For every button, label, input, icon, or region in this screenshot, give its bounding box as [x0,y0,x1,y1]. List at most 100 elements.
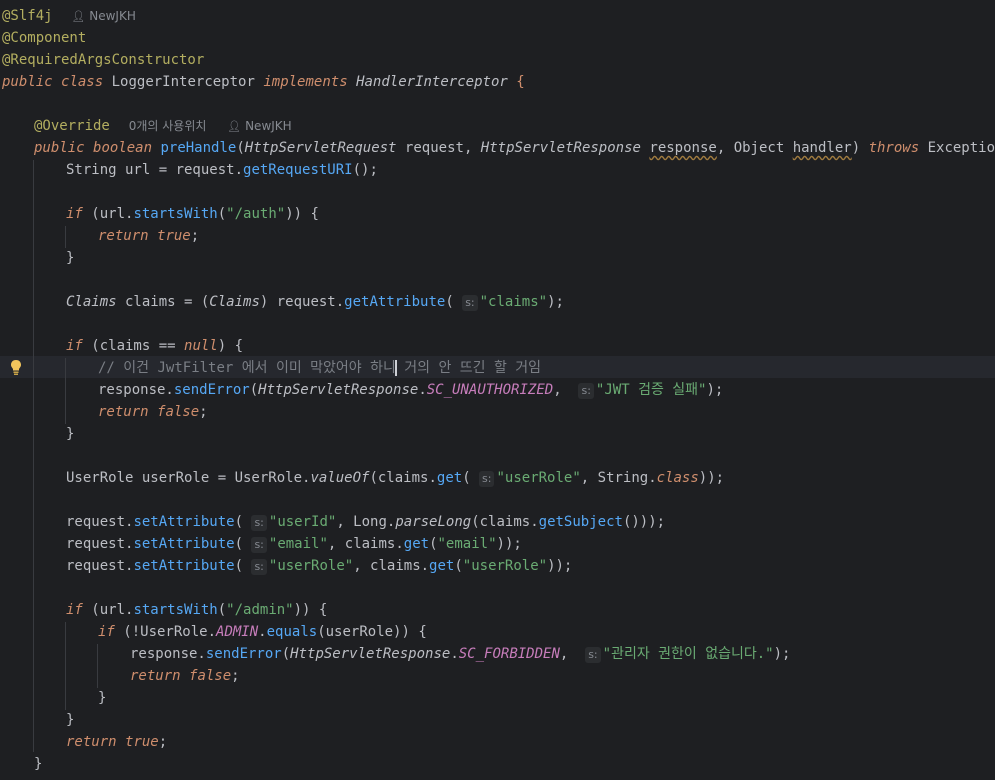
annotation: @Override [34,118,110,134]
code-editor[interactable]: @Slf4j 👤︎ NewJKH @Component @RequiredArg… [0,0,995,780]
code-line: } [34,756,43,772]
annotation: @Component [2,30,87,46]
code-line: } [98,690,107,706]
static-method: valueOf [310,470,370,486]
annotation: @RequiredArgsConstructor [2,52,205,68]
static-field: SC_UNAUTHORIZED [426,382,554,398]
code-line: if (claims == null) { [66,338,244,354]
keyword: class [656,470,699,486]
person-icon: 👤︎ [71,10,86,23]
param-name: response [649,140,717,156]
method-call: get [436,470,463,486]
method-call: getSubject [538,514,623,530]
method-call: setAttribute [133,536,235,552]
code-line: String url = request.getRequestURI(); [66,162,378,178]
type-name: HttpServletResponse [290,646,451,662]
indent-guide [65,622,66,710]
keyword: false [189,668,232,684]
type-name: HttpServletResponse [258,382,419,398]
param-name: request [404,140,464,156]
code-line: @Component [2,27,86,49]
string-literal: "/auth" [226,206,286,222]
code-line: @Slf4j 👤︎ NewJKH [2,5,138,27]
code-line: request.setAttribute( s: "userId", Long.p… [66,514,666,531]
param-type: HttpServletResponse [480,140,641,156]
indent-guide [97,644,98,688]
code-line: public class LoggerInterceptor implement… [2,71,525,93]
class-name: LoggerInterceptor [111,74,255,90]
method-call: startsWith [133,206,218,222]
string-literal: "userRole" [268,558,354,574]
code-line: return true; [98,228,200,244]
code-line: request.setAttribute( s: "userRole", clai… [66,558,573,575]
method-call: sendError [173,382,250,398]
method-call: equals [266,624,318,640]
keyword: return [130,668,181,684]
keyword: if [66,602,83,618]
param-hint: s: [251,515,267,531]
code-line: @RequiredArgsConstructor [2,49,204,71]
method-name: preHandle [160,140,237,156]
param-type: HttpServletRequest [244,140,397,156]
keyword: if [66,206,83,222]
person-icon: 👤︎ [227,120,242,133]
string-literal: "userRole" [496,470,581,486]
code-line: if (url.startsWith("/admin")) { [66,602,328,618]
code-line: if (!UserRole.ADMIN.equals(userRole)) { [98,624,427,640]
code-line: // 이건 JwtFilter 에서 이미 막았어야 하니 거의 안 뜨긴 할 … [98,357,541,379]
code-line: Claims claims = (Claims) request.getAttr… [66,294,564,311]
code-line: response.sendError(HttpServletResponse.S… [98,382,724,399]
keyword: boolean [93,140,153,156]
keyword: throws [868,140,920,156]
param-hint: s: [251,537,267,553]
static-field: ADMIN [216,624,259,640]
lightbulb-icon[interactable] [8,358,24,376]
code-line: } [66,426,75,442]
code-line: UserRole userRole = UserRole.valueOf(cla… [66,470,725,487]
keyword: public [34,140,85,156]
code-line: return false; [98,404,208,420]
type-name: Claims [209,294,260,310]
keyword: null [184,338,218,354]
author-name: NewJKH [89,9,136,23]
keyword: implements [263,74,348,90]
code-line: public boolean preHandle(HttpServletRequ… [34,137,995,159]
usages-hint[interactable]: 0개의 사용위치 [127,115,209,137]
code-line: } [66,712,75,728]
static-method: parseLong [395,514,472,530]
indent-guide [65,358,66,424]
method-call: get [403,536,430,552]
code-line: return false; [130,668,240,684]
author-name: NewJKH [245,119,292,133]
author-hint[interactable]: 👤︎ NewJKH [225,115,293,138]
keyword: class [61,74,104,90]
param-hint: s: [251,559,267,575]
annotation: @Slf4j [2,8,53,24]
author-hint[interactable]: 👤︎ NewJKH [69,5,137,28]
code-line: @Override 0개의 사용위치 👤︎ NewJKH [34,115,294,137]
method-call: sendError [205,646,282,662]
method-call: setAttribute [133,514,235,530]
string-literal: "/admin" [226,602,294,618]
keyword: if [66,338,83,354]
code-line: response.sendError(HttpServletResponse.S… [130,646,791,663]
brace: { [516,74,525,90]
exception-type: Exception [927,140,995,156]
comment: // 이건 JwtFilter 에서 이미 막았어야 하니 [98,360,396,376]
method-call: getRequestURI [243,162,353,178]
code-line: request.setAttribute( s: "email", claims.… [66,536,522,553]
interface-name: HandlerInterceptor [356,74,508,90]
string-literal: "관리자 권한이 없습니다." [602,646,774,662]
string-literal: "email" [437,536,497,552]
param-hint: s: [585,647,601,663]
string-literal: "userId" [268,514,337,530]
keyword: return [98,404,149,420]
param-name: handler [792,140,852,156]
keyword: public [2,74,53,90]
keyword: return [98,228,149,244]
keyword: true [125,734,159,750]
method-call: get [429,558,455,574]
code-line: if (url.startsWith("/auth")) { [66,206,319,222]
comment: 거의 안 뜨긴 할 거임 [395,360,542,376]
string-literal: "claims" [479,294,548,310]
